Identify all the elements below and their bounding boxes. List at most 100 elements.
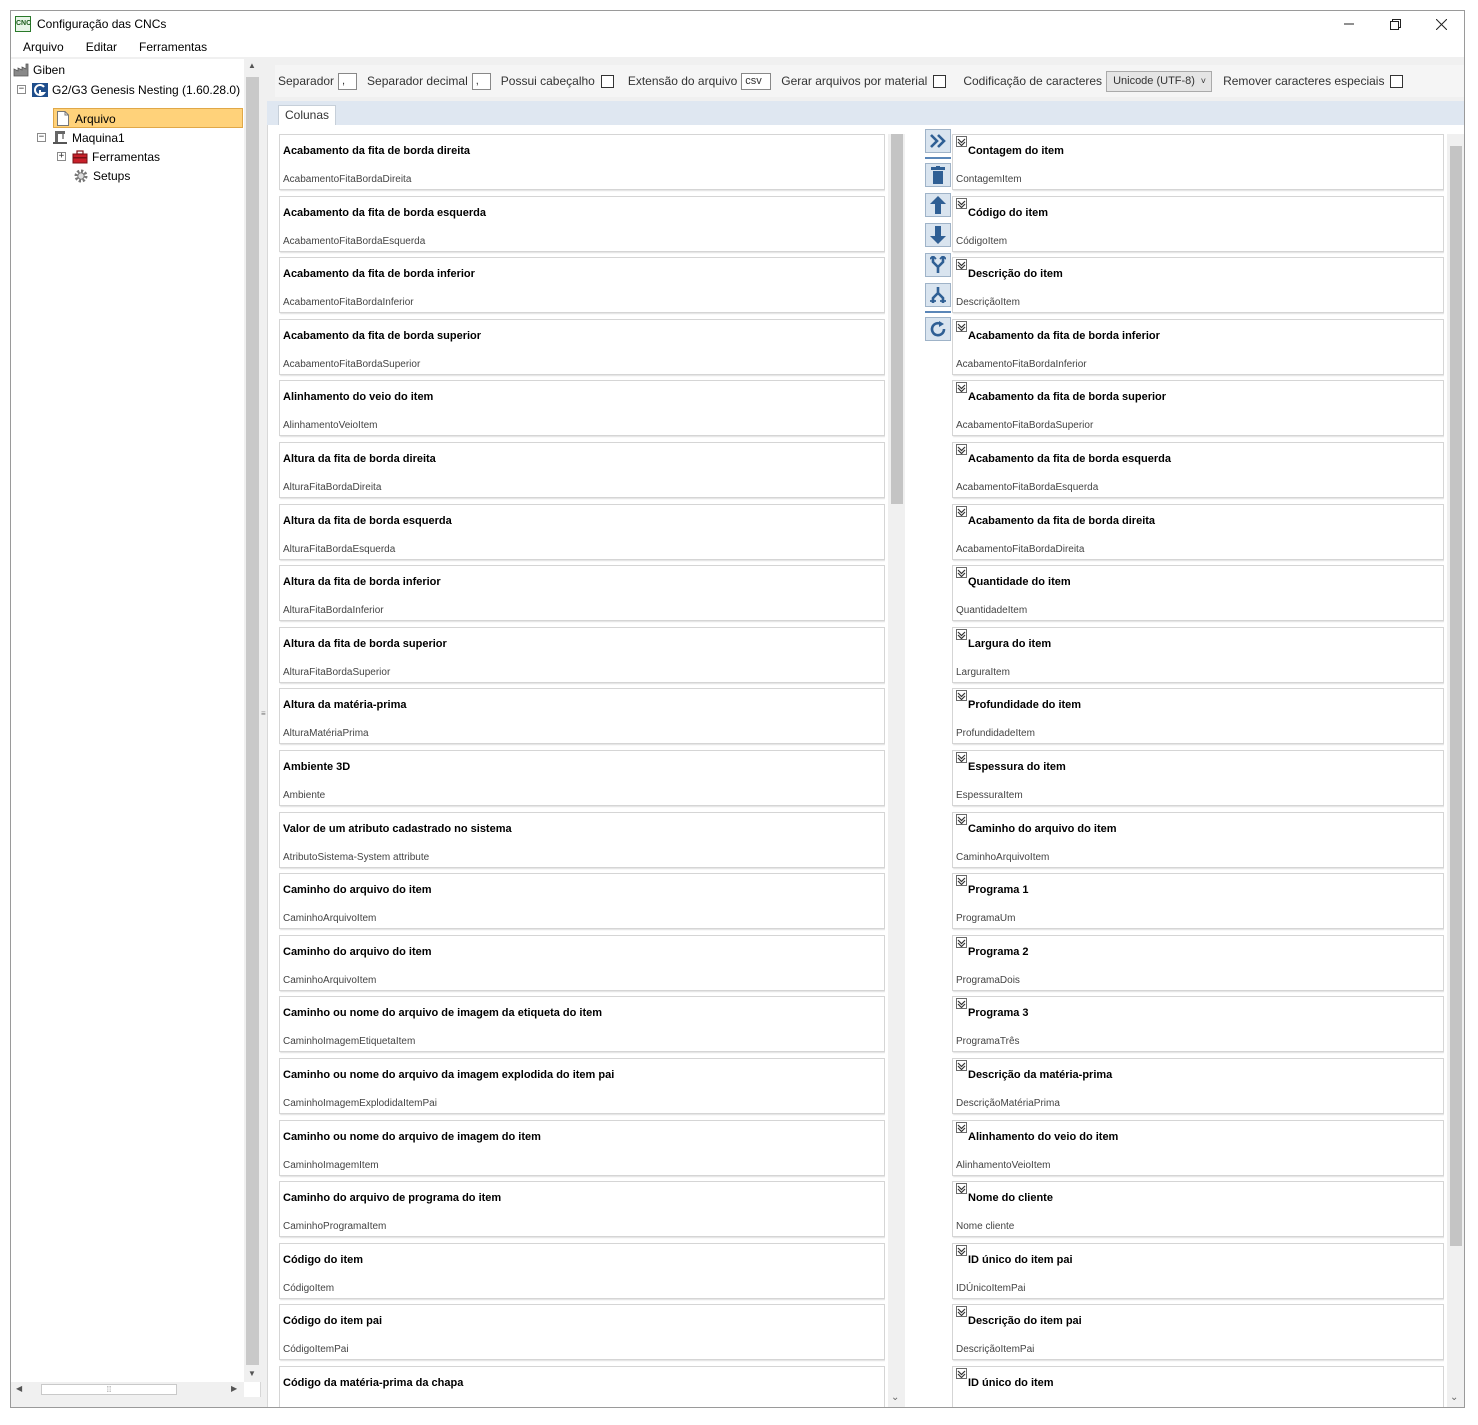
column-checkbox[interactable] <box>956 1306 967 1318</box>
available-column-item[interactable]: Código do item pai CódigoItemPai <box>279 1304 885 1361</box>
file-extension-input[interactable]: csv <box>741 72 772 90</box>
tree-vertical-scroll-thumb[interactable] <box>246 77 259 1365</box>
column-checkbox[interactable] <box>956 505 967 517</box>
remove-special-checkbox[interactable] <box>1390 74 1404 88</box>
available-column-item[interactable]: Altura da fita de borda superior AlturaFi… <box>279 626 885 683</box>
collapse-icon[interactable]: − <box>17 85 26 94</box>
column-checkbox[interactable] <box>956 197 967 209</box>
column-checkbox[interactable] <box>956 998 967 1010</box>
column-checkbox[interactable] <box>956 1183 967 1195</box>
column-checkbox[interactable] <box>956 628 967 640</box>
available-column-item[interactable]: Caminho ou nome do arquivo da imagem exp… <box>279 1058 885 1114</box>
merge-columns-button[interactable] <box>925 253 951 277</box>
selected-column-item[interactable]: Profundidade do item ProfundidadeItem <box>952 688 1444 745</box>
available-column-item[interactable]: Altura da fita de borda direita AlturaFit… <box>279 442 885 498</box>
scroll-down-icon[interactable]: ⌄ <box>1450 1392 1458 1403</box>
available-column-item[interactable]: Acabamento da fita de borda direita Acaba… <box>279 134 885 190</box>
available-column-item[interactable]: Valor de um atributo cadastrado no siste… <box>279 811 885 868</box>
column-checkbox[interactable] <box>956 752 967 763</box>
selected-column-item[interactable]: Descrição do item pai DescriçãoItemPai <box>952 1304 1444 1361</box>
column-checkbox[interactable] <box>956 1060 967 1071</box>
selected-column-item[interactable]: Caminho do arquivo do item CaminhoArquivo… <box>952 811 1444 868</box>
menu-ferramentas[interactable]: Ferramentas <box>128 40 218 54</box>
tree-vertical-scrollbar[interactable]: ▲ ▼ <box>244 59 261 1382</box>
selected-column-item[interactable]: Código do item CódigoItem <box>952 195 1444 252</box>
column-checkbox[interactable] <box>956 1121 967 1133</box>
scroll-up-icon[interactable]: ▲ <box>248 61 256 70</box>
available-column-item[interactable]: Código do item CódigoItem <box>279 1242 885 1299</box>
tree-item-setups[interactable]: Setups <box>73 166 130 185</box>
selected-column-item[interactable]: Acabamento da fita de borda direita Acaba… <box>952 503 1444 560</box>
available-columns-scroll-thumb[interactable] <box>891 134 903 504</box>
move-up-button[interactable] <box>925 193 951 217</box>
column-checkbox[interactable] <box>956 690 967 702</box>
available-column-item[interactable]: Altura da fita de borda esquerda AlturaFi… <box>279 503 885 560</box>
encoding-select[interactable]: Unicode (UTF-8) ˅ <box>1106 70 1213 92</box>
selected-columns-scrollbar[interactable]: ⌄ <box>1447 134 1464 1407</box>
split-column-button[interactable] <box>925 283 951 307</box>
column-checkbox[interactable] <box>956 136 967 147</box>
collapse-icon[interactable]: − <box>37 133 46 142</box>
scroll-right-icon[interactable]: ▶ <box>231 1384 237 1393</box>
available-column-item[interactable]: Alinhamento do veio do item AlinhamentoVe… <box>279 380 885 437</box>
tree-horizontal-scroll-thumb[interactable]: ⁞⁞ <box>41 1384 177 1395</box>
column-checkbox[interactable] <box>956 1368 967 1379</box>
tab-colunas[interactable]: Colunas <box>278 105 337 126</box>
available-column-item[interactable]: Altura da fita de borda inferior AlturaFi… <box>279 565 885 622</box>
expand-icon[interactable]: + <box>57 152 66 161</box>
close-button[interactable] <box>1418 11 1464 37</box>
selected-column-item[interactable]: Descrição da matéria-prima DescriçãoMatér… <box>952 1058 1444 1114</box>
selected-column-item[interactable]: Largura do item LarguraItem <box>952 626 1444 683</box>
selected-column-item[interactable]: Acabamento da fita de borda inferior Acab… <box>952 318 1444 375</box>
available-column-item[interactable]: Acabamento da fita de borda inferior Acab… <box>279 257 885 314</box>
tree-item-arquivo[interactable]: Arquivo <box>55 109 116 128</box>
available-column-item[interactable]: Altura da matéria-prima AlturaMatériaPrim… <box>279 688 885 745</box>
move-down-button[interactable] <box>925 223 951 247</box>
column-checkbox[interactable] <box>956 444 967 455</box>
remove-column-button[interactable] <box>925 163 951 187</box>
selected-column-item[interactable]: Descrição do item DescriçãoItem <box>952 257 1444 314</box>
refresh-button[interactable] <box>925 317 951 341</box>
scroll-down-icon[interactable]: ▼ <box>248 1369 256 1378</box>
decimal-separator-input[interactable]: , <box>471 72 491 90</box>
available-column-item[interactable]: Caminho ou nome do arquivo de imagem do … <box>279 1119 885 1176</box>
column-checkbox[interactable] <box>956 813 967 825</box>
menu-arquivo[interactable]: Arquivo <box>11 40 75 54</box>
tree-item-ferramentas[interactable]: + Ferramentas <box>57 147 160 166</box>
separator-input[interactable]: , <box>338 72 358 90</box>
column-checkbox[interactable] <box>956 567 967 579</box>
restore-button[interactable] <box>1372 11 1418 37</box>
selected-column-item[interactable]: Programa 1 ProgramaUm <box>952 873 1444 930</box>
tree-item-machine-model[interactable]: − G2/G3 Genesis Nesting (1.60.28.0) <box>17 80 240 99</box>
available-column-item[interactable]: Caminho ou nome do arquivo de imagem da … <box>279 996 885 1053</box>
available-column-item[interactable]: Acabamento da fita de borda esquerda Acab… <box>279 195 885 252</box>
per-material-checkbox[interactable] <box>933 74 947 88</box>
available-column-item[interactable]: Caminho do arquivo de programa do item Ca… <box>279 1181 885 1238</box>
selected-column-item[interactable]: Quantidade do item QuantidadeItem <box>952 565 1444 622</box>
selected-column-item[interactable]: Alinhamento do veio do item AlinhamentoVe… <box>952 1119 1444 1176</box>
tree-horizontal-scrollbar[interactable]: ◀ ⁞⁞ ▶ <box>11 1382 244 1397</box>
tree-item-maquina1[interactable]: − Maquina1 <box>37 128 125 147</box>
available-column-item[interactable]: Caminho do arquivo do item CaminhoArquivo… <box>279 934 885 991</box>
selected-column-item[interactable]: Nome do cliente Nome cliente <box>952 1181 1444 1238</box>
column-checkbox[interactable] <box>956 259 967 271</box>
minimize-button[interactable] <box>1326 11 1372 37</box>
available-column-item[interactable]: Caminho do arquivo do item CaminhoArquivo… <box>279 873 885 930</box>
selected-column-item[interactable]: Programa 3 ProgramaTrês <box>952 996 1444 1053</box>
column-checkbox[interactable] <box>956 320 967 332</box>
selected-columns-scroll-thumb[interactable] <box>1450 146 1462 1246</box>
add-column-button[interactable] <box>925 129 951 153</box>
column-checkbox[interactable] <box>956 875 967 887</box>
available-column-item[interactable]: Código da matéria-prima da chapa <box>279 1366 885 1407</box>
tree-item-giben[interactable]: Giben <box>13 60 65 79</box>
menu-editar[interactable]: Editar <box>75 40 128 54</box>
selected-column-item[interactable]: Programa 2 ProgramaDois <box>952 934 1444 991</box>
column-checkbox[interactable] <box>956 382 967 394</box>
selected-column-item[interactable]: Acabamento da fita de borda esquerda Acab… <box>952 442 1444 498</box>
scroll-left-icon[interactable]: ◀ <box>16 1384 22 1393</box>
selected-column-item[interactable]: Acabamento da fita de borda superior Acab… <box>952 380 1444 437</box>
selected-column-item[interactable]: ID único do item pai IDÚnicoItemPai <box>952 1242 1444 1299</box>
column-checkbox[interactable] <box>956 1244 967 1256</box>
available-column-item[interactable]: Acabamento da fita de borda superior Acab… <box>279 318 885 375</box>
selected-column-item[interactable]: Espessura do item EspessuraItem <box>952 750 1444 806</box>
